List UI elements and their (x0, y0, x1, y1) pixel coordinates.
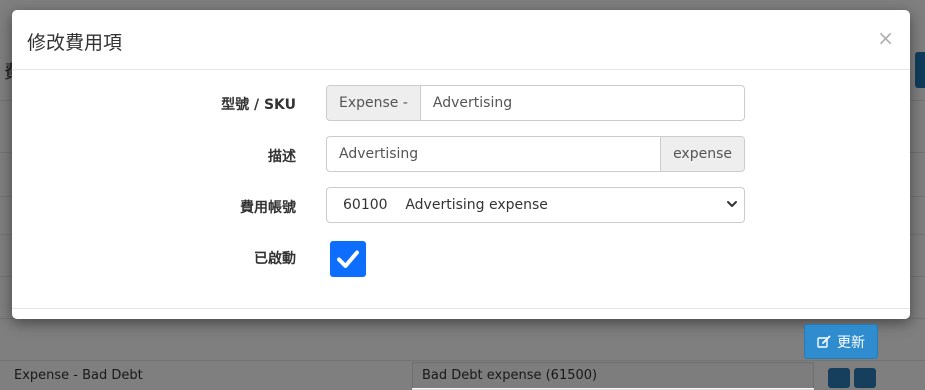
close-icon[interactable]: × (877, 28, 894, 48)
description-label: 描述 (268, 149, 296, 165)
sku-label: 型號 / SKU (221, 97, 296, 113)
chevron-down-icon (727, 201, 737, 207)
sku-input-group: Expense - (326, 85, 745, 121)
update-button[interactable]: 更新 (804, 324, 878, 359)
description-input[interactable] (327, 137, 661, 171)
checkmark-icon (337, 250, 359, 268)
update-button-label: 更新 (837, 334, 865, 351)
description-input-group: expense (326, 136, 745, 172)
enabled-checkbox[interactable] (330, 241, 366, 277)
edit-expense-modal: 修改費用項 × 型號 / SKU Expense - 描述 expense 費用… (12, 10, 910, 359)
modal-header: 修改費用項 × (12, 10, 910, 70)
modal-footer-divider (12, 308, 910, 309)
enabled-label: 已啟動 (254, 251, 296, 267)
sku-prefix: Expense - (327, 86, 421, 120)
edit-icon (817, 335, 831, 348)
account-select[interactable]: 60100 Advertising expense (326, 187, 745, 223)
modal-title: 修改費用項 (27, 32, 123, 54)
description-suffix: expense (660, 137, 744, 171)
account-selected-value: 60100 Advertising expense (343, 197, 548, 213)
sku-input[interactable] (420, 86, 744, 120)
account-label: 費用帳號 (240, 200, 296, 216)
